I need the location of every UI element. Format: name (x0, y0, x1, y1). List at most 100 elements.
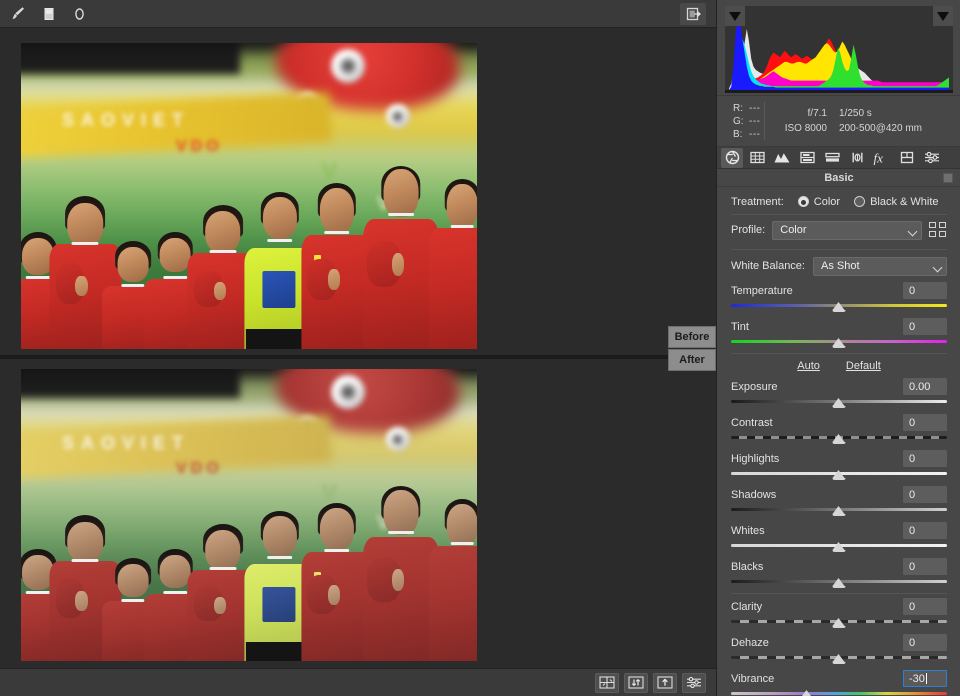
slider-exposure-knob[interactable] (832, 397, 846, 408)
slider-contrast-track-wrap[interactable] (731, 433, 947, 445)
slider-vibrance: Vibrance -30 (731, 668, 947, 696)
adjustment-brush-tool[interactable] (3, 2, 31, 26)
slider-highlights-knob[interactable] (832, 469, 846, 480)
histogram-chart[interactable] (725, 6, 953, 93)
treatment-option-bw[interactable]: Black & White (854, 195, 939, 208)
slider-tint-head: Tint 0 (731, 316, 947, 337)
slider-clarity-input[interactable]: 0 (903, 598, 947, 615)
preview-mode-button[interactable] (595, 672, 619, 693)
slider-whites-knob[interactable] (832, 541, 846, 552)
tab-presets[interactable] (921, 148, 943, 168)
shadow-clipping-warning[interactable] (725, 6, 745, 26)
radial-filter-tool[interactable] (65, 2, 93, 26)
slider-temperature-knob[interactable] (832, 301, 846, 312)
slider-dehaze-input[interactable]: 0 (903, 634, 947, 651)
slider-dehaze-track-wrap[interactable] (731, 653, 947, 665)
tab-detail[interactable] (746, 148, 768, 168)
treatment-option-color[interactable]: Color (797, 195, 841, 208)
slider-tint: Tint 0 (731, 316, 947, 349)
slider-highlights-input[interactable]: 0 (903, 450, 947, 467)
preview-canvas[interactable]: SAOVIET VDO V V (0, 28, 716, 668)
preview-prefs-button[interactable] (682, 672, 706, 693)
treatment-row: Treatment: Color Black & White (731, 189, 947, 215)
rgb-readout: R: --- G: --- B: --- (717, 102, 764, 141)
slider-blacks-knob[interactable] (832, 577, 846, 588)
white-balance-label: White Balance: (731, 260, 805, 272)
preview-pane-before[interactable]: SAOVIET VDO V V (0, 28, 716, 355)
profile-select[interactable]: Color (772, 220, 922, 240)
profile-browser-button[interactable] (929, 222, 947, 238)
slider-tint-knob[interactable] (832, 337, 846, 348)
tab-lens-corrections[interactable] (846, 148, 868, 168)
slider-blacks-head: Blacks 0 (731, 556, 947, 577)
treatment-color-label: Color (813, 195, 841, 208)
slider-exposure-track-wrap[interactable] (731, 397, 947, 409)
slider-whites: Whites 0 (731, 520, 947, 553)
tab-calibration[interactable] (896, 148, 918, 168)
slider-whites-label: Whites (731, 524, 765, 537)
radio-bw-icon[interactable] (854, 196, 866, 207)
slider-clarity-track-wrap[interactable] (731, 617, 947, 629)
profile-label: Profile: (731, 224, 766, 236)
slider-clarity: Clarity 0 (731, 596, 947, 629)
image-info-bar: R: --- G: --- B: --- f/7.1 1/250 s ISO 8000… (717, 95, 960, 147)
slider-whites-track-wrap[interactable] (731, 541, 947, 553)
tab-effects[interactable]: fx (871, 148, 893, 168)
tab-tone-curve[interactable] (771, 148, 793, 168)
photo-before: SAOVIET VDO V V (21, 43, 477, 349)
treatment-bw-label: Black & White (870, 195, 939, 208)
slider-blacks-input[interactable]: 0 (903, 558, 947, 575)
chevron-down-icon (932, 262, 943, 272)
slider-tint-track-wrap[interactable] (731, 337, 947, 349)
after-label[interactable]: After (668, 349, 716, 371)
before-label[interactable]: Before (668, 326, 716, 348)
slider-contrast-input[interactable]: 0 (903, 414, 947, 431)
slider-dehaze: Dehaze 0 (731, 632, 947, 665)
basic-panel: Treatment: Color Black & White Profile: … (717, 189, 960, 696)
panel-title-bar: Basic (717, 169, 960, 187)
slider-clarity-head: Clarity 0 (731, 596, 947, 617)
preview-pane-after[interactable]: SAOVIET VDO V V (0, 359, 716, 668)
white-balance-select[interactable]: As Shot (812, 256, 947, 276)
slider-highlights-head: Highlights 0 (731, 448, 947, 469)
slider-shadows-input[interactable]: 0 (903, 486, 947, 503)
tab-hsl[interactable] (796, 148, 818, 168)
slider-shadows-track-wrap[interactable] (731, 505, 947, 517)
radio-color-icon[interactable] (797, 196, 809, 207)
tab-basic[interactable] (721, 147, 743, 168)
slider-clarity-knob[interactable] (832, 617, 846, 628)
slider-vibrance-track-wrap[interactable] (731, 689, 947, 696)
slider-tint-input[interactable]: 0 (903, 318, 947, 335)
slider-dehaze-knob[interactable] (832, 653, 846, 664)
slider-tint-label: Tint (731, 320, 749, 333)
default-button[interactable]: Default (846, 360, 881, 372)
slider-blacks-label: Blacks (731, 560, 764, 573)
slider-exposure-input[interactable]: 0.00 (903, 378, 947, 395)
slider-vibrance-input[interactable]: -30 (903, 670, 947, 687)
slider-contrast-knob[interactable] (832, 433, 846, 444)
r-label: R: (733, 102, 743, 114)
slider-whites-input[interactable]: 0 (903, 522, 947, 539)
exif-readout[interactable]: f/7.1 1/250 s ISO 8000 200-500@420 mm (765, 106, 960, 136)
slider-vibrance-track[interactable] (731, 692, 947, 695)
slider-temperature-input[interactable]: 0 (903, 282, 947, 299)
before-after-labels: Before After (668, 326, 716, 372)
open-preferences-button[interactable] (680, 3, 706, 25)
highlight-clipping-warning[interactable] (933, 6, 953, 26)
slider-vibrance-knob[interactable] (800, 689, 813, 696)
g-label: G: (733, 115, 744, 127)
panel-menu-swatch[interactable] (943, 173, 953, 183)
bottom-toolbar (0, 668, 716, 696)
slider-highlights-track-wrap[interactable] (731, 469, 947, 481)
tab-split-toning[interactable] (821, 148, 843, 168)
slider-blacks-track-wrap[interactable] (731, 577, 947, 589)
right-panel: R: --- G: --- B: --- f/7.1 1/250 s ISO 8000… (716, 0, 960, 696)
slider-shadows-knob[interactable] (832, 505, 846, 516)
sliders-icon (687, 677, 701, 689)
slider-dehaze-label: Dehaze (731, 636, 769, 649)
slider-temperature-track-wrap[interactable] (731, 301, 947, 313)
graduated-filter-tool[interactable] (34, 2, 62, 26)
swap-settings-button[interactable] (624, 672, 648, 693)
auto-button[interactable]: Auto (797, 360, 820, 372)
copy-settings-button[interactable] (653, 672, 677, 693)
